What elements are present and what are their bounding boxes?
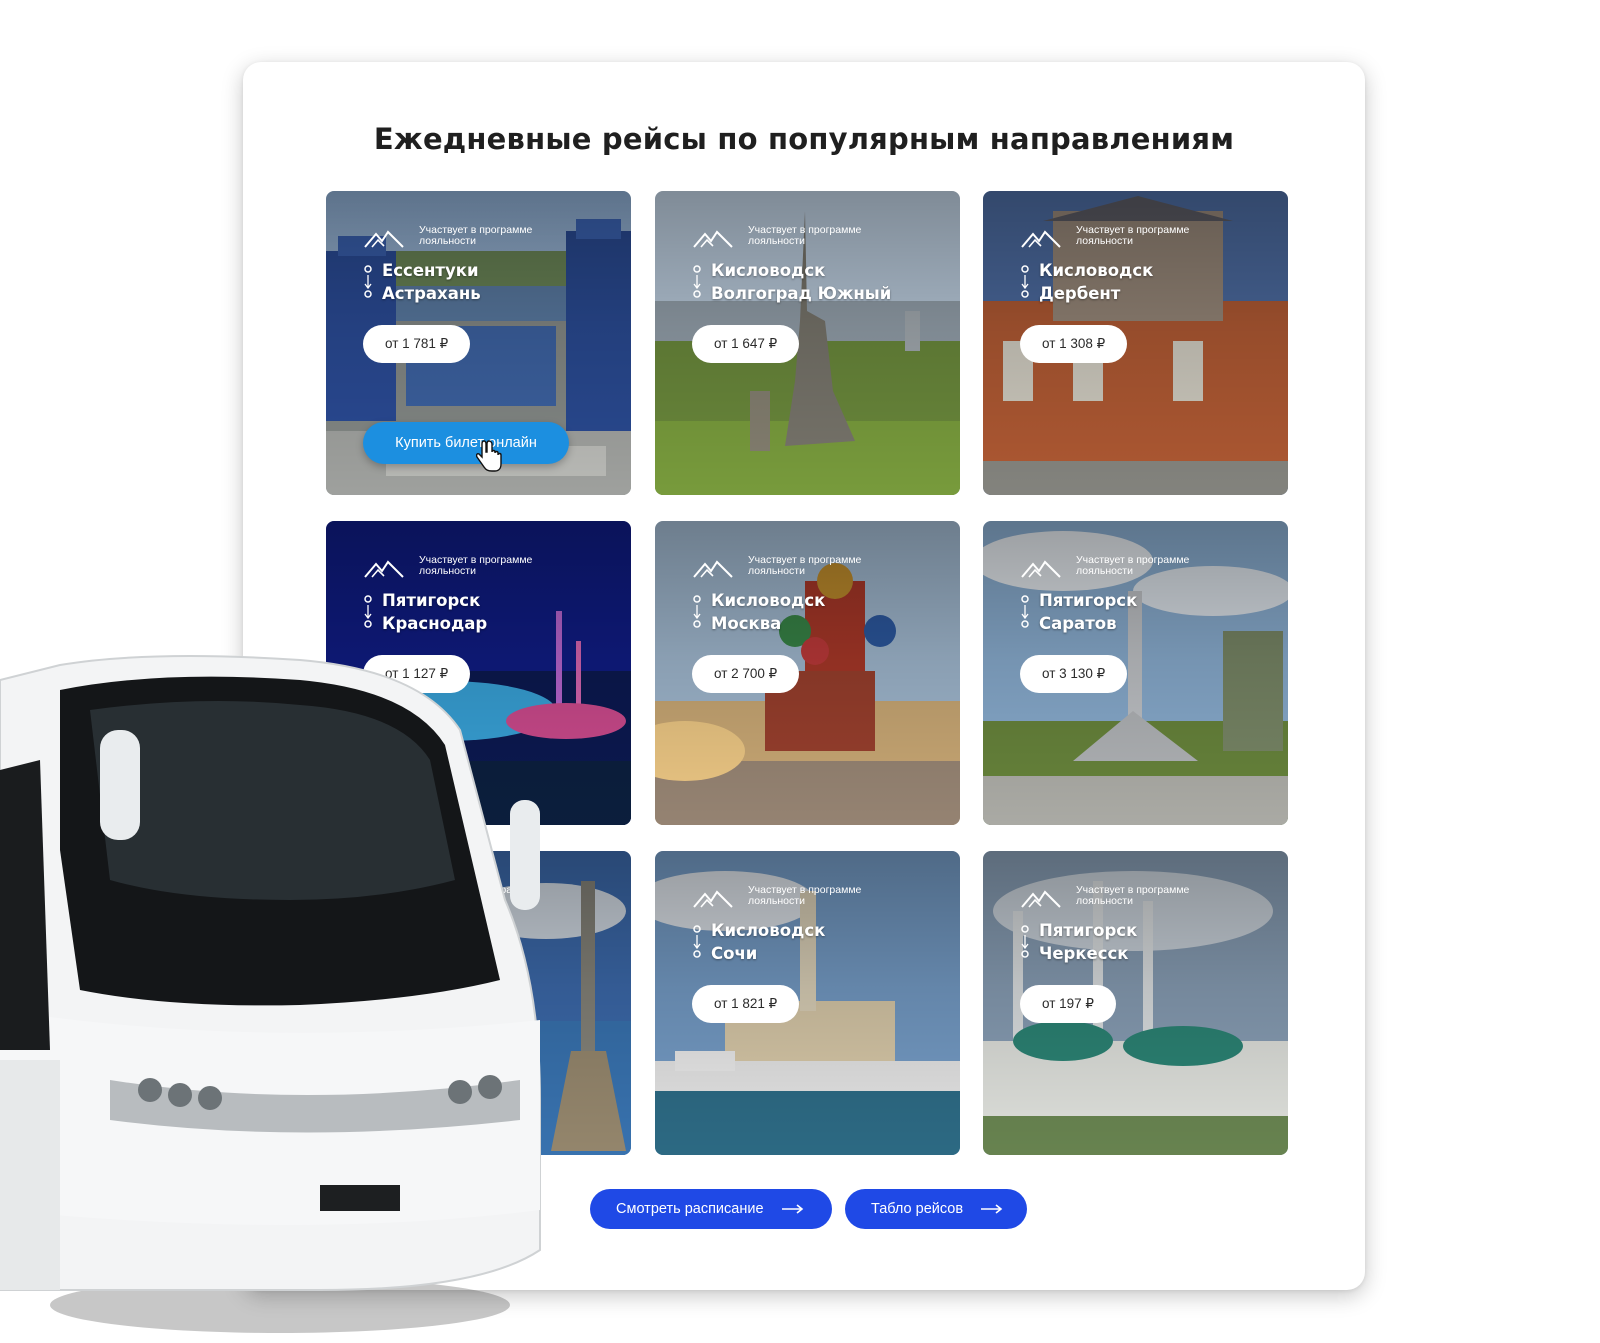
route-card-pyatigorsk-saratov[interactable]: Участвует в программе лояльности Пятигор…: [983, 521, 1288, 825]
loyalty-label: Участвует в программе лояльности: [748, 224, 862, 247]
city-from: Пятигорск: [382, 591, 481, 610]
hand-cursor-icon: [476, 440, 502, 472]
mountain-logo-icon: [693, 230, 733, 248]
route-icon: [364, 595, 372, 628]
route-card-essentuki-astrakhan[interactable]: Участвует в программе лояльности Ессенту…: [326, 191, 631, 495]
loyalty-label: Участвует в программе лояльности: [419, 224, 533, 247]
price-badge: от 1 781 ₽: [363, 325, 471, 363]
route-icon: [1021, 925, 1029, 958]
city-from: Пятигорск: [1039, 591, 1138, 610]
city-to: Саратов: [1039, 614, 1117, 633]
mountain-logo-icon: [693, 890, 733, 908]
price-badge: от 2 700 ₽: [692, 655, 800, 693]
price-badge: от 1 308 ₽: [1020, 325, 1128, 363]
route-card-kislovodsk-volgograd[interactable]: Участвует в программе лояльности Кислово…: [655, 191, 960, 495]
city-to: Дербент: [1039, 284, 1121, 303]
mountain-logo-icon: [1021, 560, 1061, 578]
loyalty-label: Участвует в программе лояльности: [748, 554, 862, 577]
city-from: Ессентуки: [382, 261, 479, 280]
mountain-logo-icon: [1021, 230, 1061, 248]
mountain-logo-icon: [364, 230, 404, 248]
loyalty-label: Участвует в программе лояльности: [419, 554, 533, 577]
arrow-right-icon: [981, 1204, 1003, 1214]
view-schedule-label: Смотреть расписание: [616, 1201, 764, 1217]
bus-illustration: [0, 655, 541, 1333]
route-icon: [693, 265, 701, 298]
view-schedule-button[interactable]: Смотреть расписание: [590, 1189, 832, 1229]
price-badge: от 3 130 ₽: [1020, 655, 1128, 693]
departures-board-label: Табло рейсов: [871, 1201, 964, 1217]
loyalty-label: Участвует в программе лояльности: [1076, 554, 1190, 577]
city-from: Кисловодск: [1039, 261, 1154, 280]
mountain-logo-icon: [693, 560, 733, 578]
route-icon: [1021, 595, 1029, 628]
loyalty-label: Участвует в программе лояльности: [1076, 224, 1190, 247]
loyalty-label: Участвует в программе лояльности: [1076, 884, 1190, 907]
route-card-kislovodsk-derbent[interactable]: Участвует в программе лояльности Кислово…: [983, 191, 1288, 495]
route-icon: [693, 595, 701, 628]
route-card-kislovodsk-moscow[interactable]: Участвует в программе лояльности Кислово…: [655, 521, 960, 825]
price-badge: от 1 821 ₽: [692, 985, 800, 1023]
city-to: Черкесск: [1039, 944, 1129, 963]
price-badge: от 1 647 ₽: [692, 325, 800, 363]
city-to: Москва: [711, 614, 782, 633]
city-to: Краснодар: [382, 614, 488, 633]
departures-board-button[interactable]: Табло рейсов: [845, 1189, 1027, 1229]
price-badge: от 197 ₽: [1020, 985, 1117, 1023]
loyalty-label: Участвует в программе лояльности: [748, 884, 862, 907]
route-card-pyatigorsk-cherkessk[interactable]: Участвует в программе лояльности Пятигор…: [983, 851, 1288, 1155]
section-title: Ежедневные рейсы по популярным направлен…: [373, 122, 1235, 156]
route-icon: [693, 925, 701, 958]
route-icon: [364, 265, 372, 298]
city-from: Кисловодск: [711, 921, 826, 940]
route-icon: [1021, 265, 1029, 298]
city-from: Пятигорск: [1039, 921, 1138, 940]
city-to: Сочи: [711, 944, 758, 963]
city-from: Кисловодск: [711, 591, 826, 610]
city-to: Астрахань: [382, 284, 481, 303]
city-from: Кисловодск: [711, 261, 826, 280]
route-card-kislovodsk-sochi[interactable]: Участвует в программе лояльности Кислово…: [655, 851, 960, 1155]
arrow-right-icon: [781, 1204, 803, 1214]
mountain-logo-icon: [364, 560, 404, 578]
buy-ticket-button[interactable]: Купить билет онлайн: [363, 422, 569, 464]
city-to: Волгоград Южный: [711, 284, 892, 303]
mountain-logo-icon: [1021, 890, 1061, 908]
